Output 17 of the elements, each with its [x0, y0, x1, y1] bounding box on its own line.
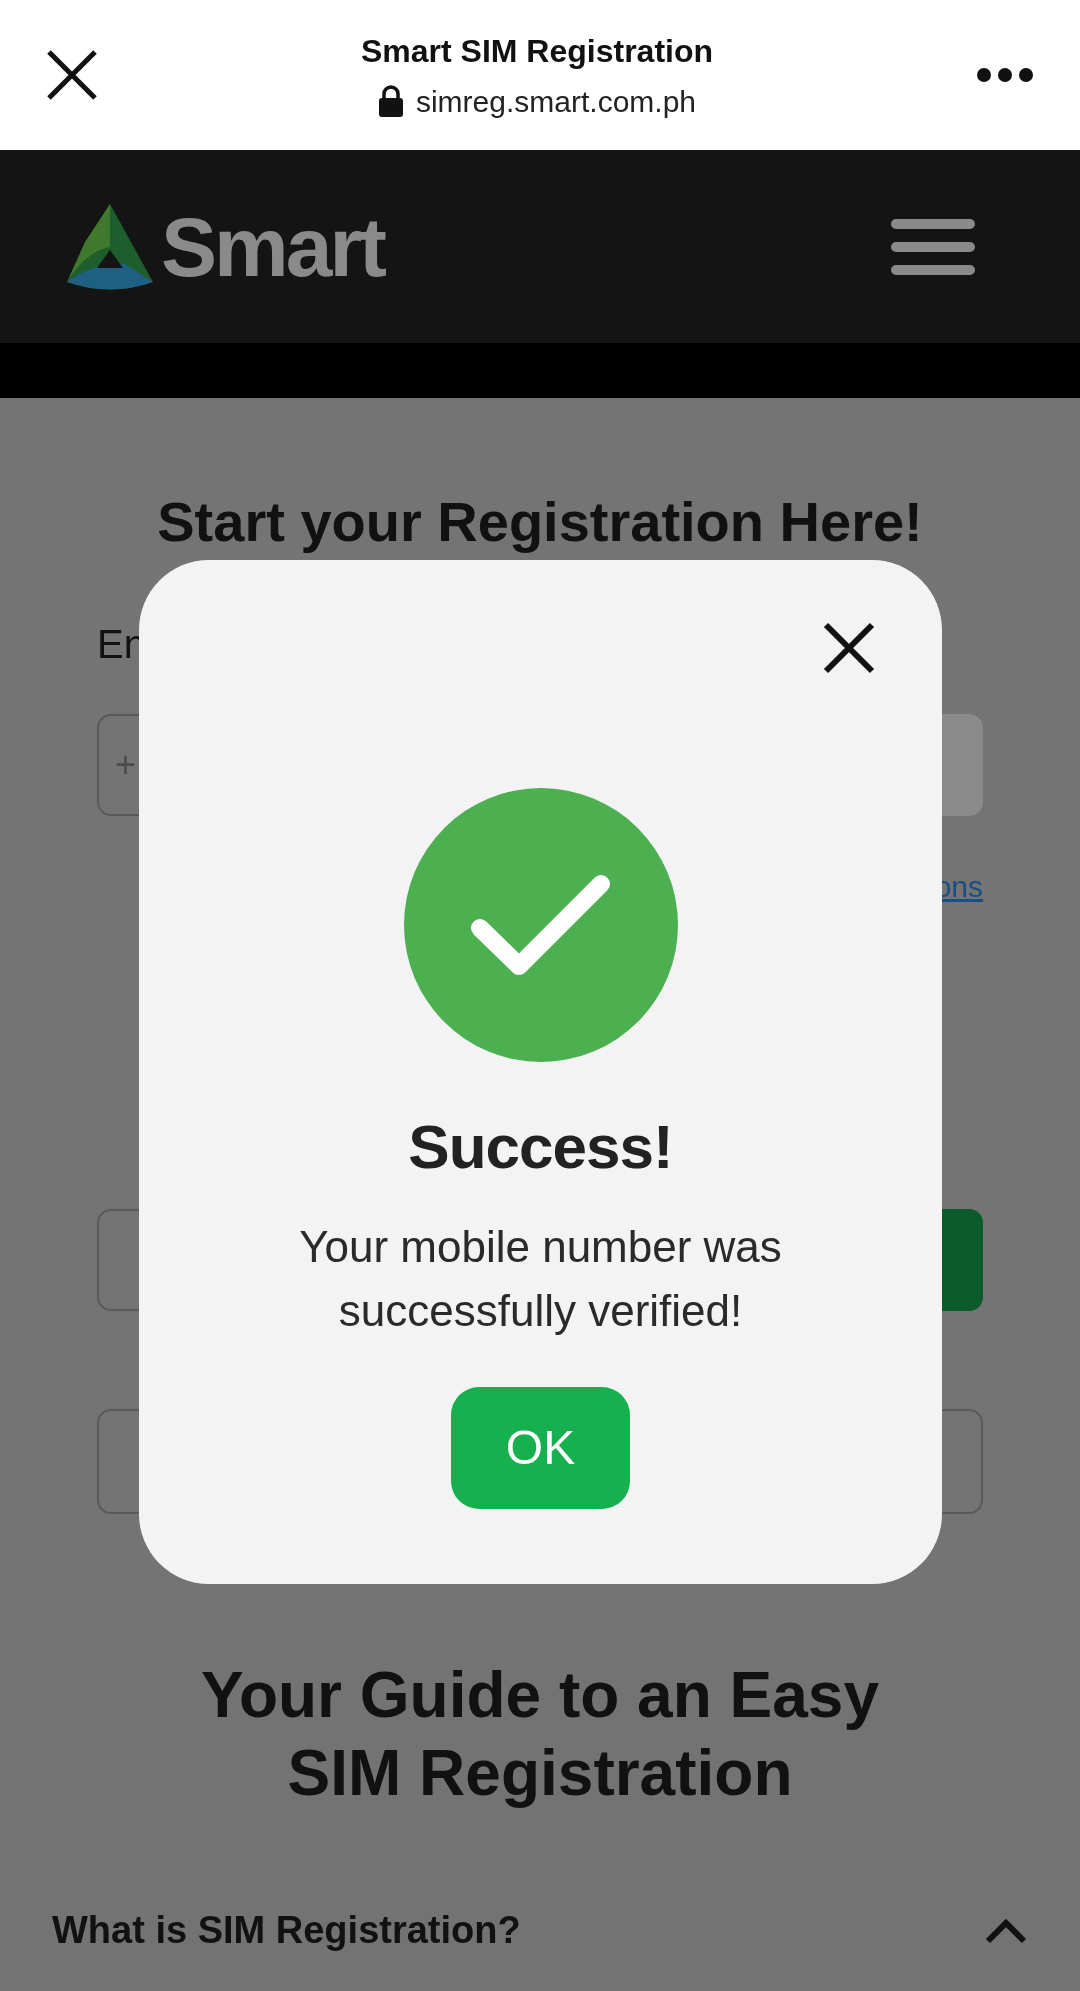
close-icon[interactable] [823, 622, 875, 674]
close-icon[interactable] [46, 49, 98, 101]
ok-button[interactable]: OK [451, 1387, 630, 1509]
page-title: Smart SIM Registration [360, 31, 714, 71]
guide-heading: Your Guide to an Easy SIM Registration [199, 1658, 881, 1811]
lock-icon [377, 85, 404, 117]
dialog-message: Your mobile number was successfully verified! [298, 1221, 783, 1337]
country-code-prefix: + [115, 743, 137, 787]
dialog-title: Success! [408, 1111, 673, 1183]
check-circle-icon [403, 788, 678, 1062]
more-icon[interactable] [976, 67, 1034, 83]
menu-icon[interactable] [891, 218, 975, 275]
logo-text: Smart [161, 204, 385, 289]
faq-question[interactable]: What is SIM Registration? [52, 1902, 521, 1959]
registration-heading: Start your Registration Here! [156, 489, 924, 555]
page-url: simreg.smart.com.ph [415, 83, 697, 120]
caret-up-icon[interactable] [984, 1916, 1028, 1945]
